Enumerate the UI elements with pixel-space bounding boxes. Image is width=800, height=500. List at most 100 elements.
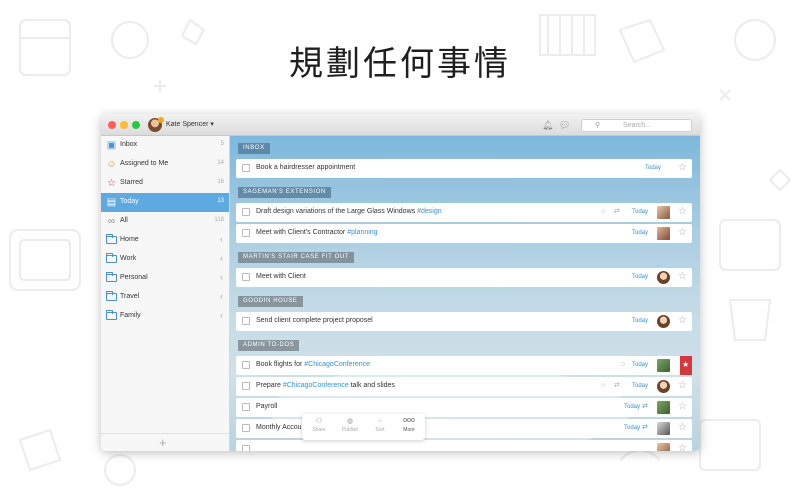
section-header: SAGEMAN'S EXTENSION <box>238 187 331 198</box>
due-date: Today <box>632 318 649 324</box>
chat-bubble-icon[interactable]: 💬︎ <box>559 120 570 130</box>
task-checkbox[interactable] <box>242 424 250 432</box>
sort-button[interactable]: ⁘ Sort <box>365 417 395 433</box>
task-checkbox[interactable] <box>242 403 250 411</box>
task-checkbox[interactable] <box>242 208 250 216</box>
sidebar-item-personal[interactable]: Personal ‹ <box>101 269 229 288</box>
star-icon[interactable]: ☆ <box>678 206 687 218</box>
task-checkbox[interactable] <box>242 317 250 325</box>
sidebar-item-assigned-to-me[interactable]: ☺ Assigned to Me 14 <box>101 155 229 174</box>
sidebar-item-label: Personal <box>120 274 148 281</box>
chevron-left-icon[interactable]: ‹ <box>220 310 223 320</box>
publish-button[interactable]: ◍ Publish <box>335 417 365 433</box>
task-checkbox[interactable] <box>242 382 250 390</box>
sidebar-item-inbox[interactable]: ▣ Inbox 5 <box>101 136 229 155</box>
star-icon[interactable]: ☆ <box>678 315 687 327</box>
hashtag[interactable]: #design <box>417 208 442 215</box>
star-icon[interactable]: ☆ <box>678 227 687 239</box>
assignee-avatar <box>657 206 670 219</box>
calendar-icon: ▤ <box>106 197 117 208</box>
task-row[interactable]: Book a hairdresser appointment Today ☆ <box>236 159 692 178</box>
task-row[interactable]: Prepare #ChicagoConference talk and slid… <box>236 377 692 396</box>
sidebar-item-count: 13 <box>217 198 224 204</box>
sidebar-item-home[interactable]: Home ‹ <box>101 231 229 250</box>
task-title: Payroll <box>256 403 278 410</box>
chevron-left-icon[interactable]: ‹ <box>220 253 223 263</box>
title-bar: Kate Spencer ▾ 🔔︎ 💬︎ ⚲ Search... <box>101 114 700 136</box>
task-checkbox[interactable] <box>242 273 250 281</box>
chevron-left-icon[interactable]: ‹ <box>220 234 223 244</box>
sidebar-item-count: 14 <box>217 160 224 166</box>
infinity-icon: ∞ <box>107 216 116 227</box>
zoom-window-button[interactable] <box>132 121 140 129</box>
sidebar-item-travel[interactable]: Travel ‹ <box>101 288 229 307</box>
star-icon[interactable]: ☆ <box>678 443 687 451</box>
repeat-icon: ⇄ <box>614 208 620 215</box>
sidebar-item-starred[interactable]: ☆ Starred 16 <box>101 174 229 193</box>
search-input[interactable]: ⚲ Search... <box>581 119 692 132</box>
section-header: ADMIN TO-DOS <box>238 340 300 351</box>
task-row[interactable]: Meet with Client Today ☆ <box>236 268 692 287</box>
star-icon[interactable]: ☆ <box>678 162 687 174</box>
share-button[interactable]: ⚇ Share <box>304 417 334 433</box>
task-row[interactable]: Book flights for #ChicagoConference ○ To… <box>236 356 692 375</box>
chevron-left-icon[interactable]: ‹ <box>220 272 223 282</box>
hashtag[interactable]: #ChicagoConference <box>304 361 370 368</box>
assignee-avatar <box>657 359 670 372</box>
due-date: Today <box>632 362 649 368</box>
assignee-avatar <box>657 443 670 451</box>
chevron-left-icon[interactable]: ‹ <box>220 291 223 301</box>
task-checkbox[interactable] <box>242 445 250 451</box>
star-icon[interactable]: ☆ <box>678 401 687 413</box>
folder-icon <box>106 253 117 263</box>
minimize-window-button[interactable] <box>120 121 128 129</box>
repeat-icon: ⇄ <box>642 403 648 410</box>
sidebar-footer: + <box>101 433 229 451</box>
sidebar-item-count: 5 <box>220 141 224 147</box>
sidebar-item-label: Work <box>120 255 137 262</box>
star-icon[interactable]: ☆ <box>678 380 687 392</box>
sidebar-item-label: Today <box>120 198 139 205</box>
assignee-avatar <box>657 380 670 393</box>
starred-flag[interactable]: ★ <box>680 356 692 375</box>
task-row[interactable]: ☆ <box>236 440 692 451</box>
user-menu[interactable]: Kate Spencer ▾ <box>166 120 214 128</box>
hashtag[interactable]: #ChicagoConference <box>283 382 349 389</box>
sidebar-item-count: 16 <box>217 179 224 185</box>
task-checkbox[interactable] <box>242 164 250 172</box>
assignee-avatar <box>657 315 670 328</box>
hashtag[interactable]: #planning <box>347 229 377 236</box>
sidebar-item-label: Home <box>120 236 139 243</box>
star-icon[interactable]: ☆ <box>678 422 687 434</box>
more-button[interactable]: ooo More <box>394 417 424 433</box>
inbox-icon: ▣ <box>106 140 117 151</box>
task-row[interactable]: Send client complete project proposel To… <box>236 312 692 331</box>
app-window: Kate Spencer ▾ 🔔︎ 💬︎ ⚲ Search... ▣ Inbox… <box>101 114 700 451</box>
page-headline: 規劃任何事情 <box>289 44 511 84</box>
person-icon: ☺ <box>106 159 117 170</box>
assignee-avatar <box>657 227 670 240</box>
sidebar-item-family[interactable]: Family ‹ <box>101 307 229 326</box>
star-icon[interactable]: ☆ <box>678 271 687 283</box>
task-checkbox[interactable] <box>242 361 250 369</box>
section-header: INBOX <box>238 143 270 154</box>
sidebar-item-work[interactable]: Work ‹ <box>101 250 229 269</box>
assignee-avatar <box>657 401 670 414</box>
close-window-button[interactable] <box>108 121 116 129</box>
sidebar-item-count: 118 <box>214 217 224 223</box>
task-row[interactable]: Draft design variations of the Large Gla… <box>236 203 692 222</box>
sidebar-item-today[interactable]: ▤ Today 13 <box>101 193 229 212</box>
assignee-avatar <box>657 271 670 284</box>
folder-icon <box>106 310 117 320</box>
task-row[interactable]: Meet with Client's Contractor #planning … <box>236 224 692 243</box>
bell-icon[interactable]: 🔔︎ <box>542 120 553 130</box>
comment-icon: ○ <box>601 382 606 389</box>
sidebar-item-label: Family <box>120 312 141 319</box>
star-filled-icon: ★ <box>682 360 690 369</box>
sidebar-item-all[interactable]: ∞ All 118 <box>101 212 229 231</box>
task-title: Meet with Client's Contractor #planning <box>256 229 378 236</box>
comment-icon: ○ <box>621 361 626 368</box>
add-list-button[interactable]: + <box>159 435 167 450</box>
sidebar-item-label: All <box>120 217 128 224</box>
task-checkbox[interactable] <box>242 229 250 237</box>
